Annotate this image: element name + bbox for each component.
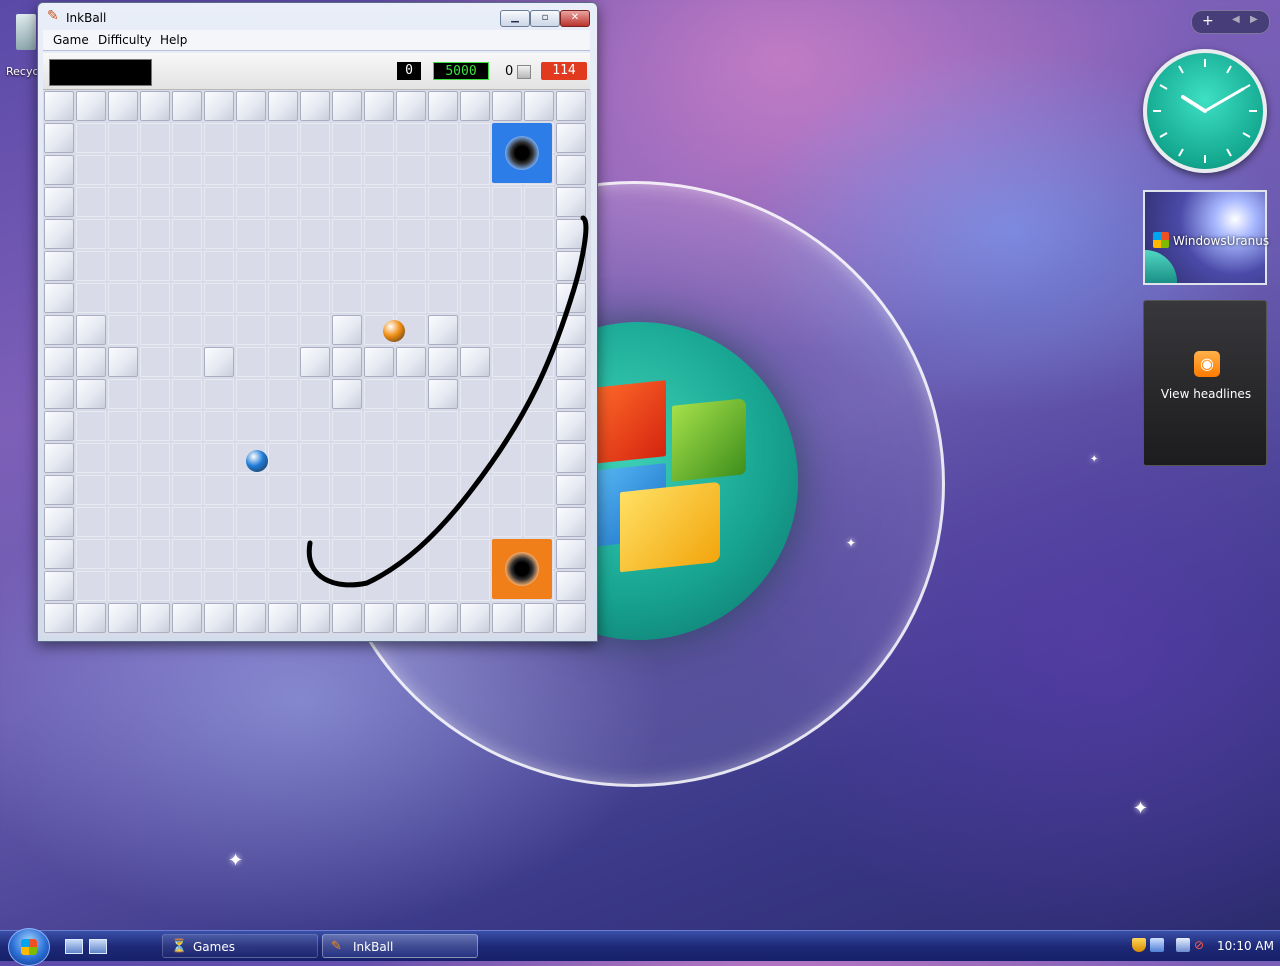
minimize-icon: ▁ (511, 12, 519, 23)
games-icon: ⏳ (171, 939, 188, 954)
close-button[interactable]: ✕ (560, 10, 590, 27)
rss-icon: ◉ (1194, 351, 1220, 377)
taskbar-button-inkball[interactable]: ✎ InkBall (322, 934, 478, 958)
windows-flag-green (672, 398, 746, 482)
score-counter: 0 (397, 62, 421, 80)
close-icon: ✕ (570, 12, 580, 23)
minimize-button[interactable]: ▁ (500, 10, 530, 27)
slideshow-planet (1145, 250, 1177, 283)
inkball-icon: ✎ (331, 939, 342, 954)
maximize-button[interactable]: ▫ (530, 10, 560, 27)
slideshow-caption: WindowsUranus (1173, 234, 1270, 248)
notification-area: ⊘ 10:10 AM (1128, 931, 1280, 961)
network-icon[interactable] (1176, 938, 1190, 952)
sparkle: ✦ (1090, 454, 1099, 465)
clock-gadget[interactable] (1143, 49, 1267, 173)
windows-flag-red (592, 380, 666, 464)
start-button[interactable] (8, 928, 50, 966)
captured-ball-icon (517, 65, 531, 79)
menu-difficulty[interactable]: Difficulty (98, 33, 152, 47)
window-titlebar[interactable]: ✎ InkBall ▁ ▫ ✕ (38, 3, 597, 30)
sidebar-control: + ◀ ▶ (1191, 10, 1270, 34)
windows-logo-icon (1153, 232, 1169, 248)
timer-counter: 5000 (433, 62, 489, 80)
clock-face-icon (1153, 59, 1257, 163)
ink-stroke (306, 215, 589, 588)
windows-update-icon[interactable] (1150, 938, 1164, 952)
show-desktop-icon[interactable] (65, 939, 83, 954)
taskbar-button-games[interactable]: ⏳ Games (162, 934, 318, 958)
security-shield-icon[interactable] (1132, 938, 1146, 952)
windows-logo-icon (21, 939, 37, 955)
sparkle: ✦ (228, 850, 244, 871)
recycle-bin-label: Recyc (6, 65, 39, 78)
ink-meter (49, 59, 152, 86)
add-gadget-icon[interactable]: + (1202, 13, 1214, 29)
switch-windows-icon[interactable] (89, 939, 107, 954)
windows-flag-yellow (620, 481, 720, 573)
volume-muted-icon[interactable]: ⊘ (1194, 938, 1208, 952)
taskbar: ⏳ Games ✎ InkBall ⊘ 10:10 AM (0, 928, 1280, 966)
view-headlines-link[interactable]: View headlines (1144, 387, 1268, 401)
prev-page-icon[interactable]: ◀ (1232, 14, 1240, 25)
menu-game[interactable]: Game (53, 33, 89, 47)
menu-help[interactable]: Help (160, 33, 187, 47)
recycle-bin-icon[interactable]: Recyc (0, 10, 39, 78)
remaining-counter: 114 (541, 62, 587, 80)
captured-count: 0 (505, 64, 514, 79)
status-bar: 0 5000 0 114 (43, 53, 590, 90)
sparkle: ✦ (1133, 798, 1149, 819)
inkball-icon: ✎ (47, 8, 59, 24)
slideshow-gadget[interactable]: WindowsUranus (1143, 190, 1270, 285)
maximize-icon: ▫ (541, 12, 549, 23)
inkball-window[interactable]: ✎ InkBall ▁ ▫ ✕ Game Difficulty Help 0 5… (37, 2, 598, 642)
taskbar-label: Games (193, 940, 235, 954)
taskbar-label: InkBall (353, 940, 394, 954)
feed-headlines-gadget[interactable]: ◉ View headlines (1143, 300, 1267, 466)
window-title: InkBall (66, 11, 107, 25)
game-board[interactable] (43, 90, 591, 636)
menu-bar: Game Difficulty Help (43, 30, 590, 51)
next-page-icon[interactable]: ▶ (1250, 14, 1258, 25)
taskbar-clock[interactable]: 10:10 AM (1217, 939, 1274, 953)
